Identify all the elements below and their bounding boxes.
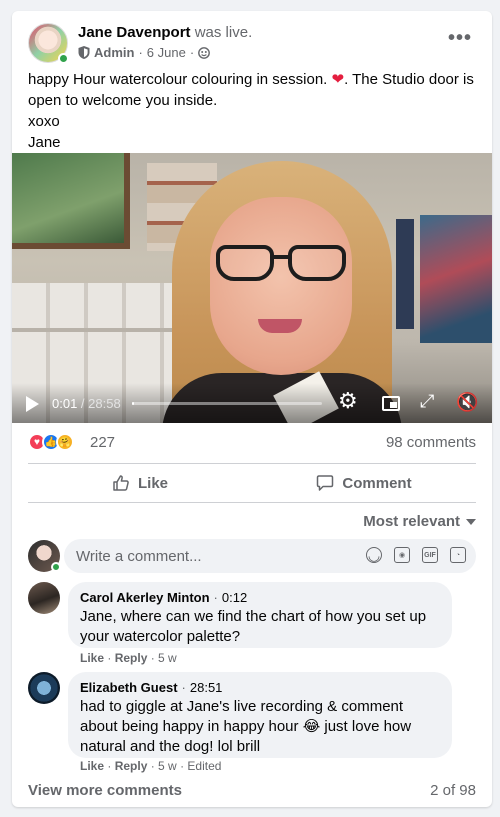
video-controls: 0:01 / 28:58 ⚙ ⤢ 🔇 bbox=[12, 383, 492, 423]
emoji-icon[interactable]: ◡ bbox=[366, 547, 382, 563]
comment-header: Elizabeth Guest · 28:51 bbox=[80, 680, 440, 695]
header-dot: · bbox=[181, 680, 186, 695]
like-label: Like bbox=[137, 474, 168, 492]
comment-like-link[interactable]: Like bbox=[80, 651, 104, 665]
settings-gear-icon[interactable]: ⚙ bbox=[338, 388, 358, 414]
more-options-icon[interactable]: ••• bbox=[448, 27, 472, 50]
comment-label: Comment bbox=[342, 474, 412, 492]
view-more-comments-link[interactable]: View more comments bbox=[28, 782, 182, 799]
post-actions: Like Comment bbox=[28, 464, 476, 502]
wall-art-painting bbox=[420, 215, 492, 343]
post-caption: happy Hour watercolour colouring in sess… bbox=[28, 69, 480, 153]
camera-icon[interactable]: ◉ bbox=[394, 547, 410, 563]
comment-bubble: Elizabeth Guest · 28:51 had to giggle at J… bbox=[68, 672, 452, 758]
comment-bubble-icon bbox=[317, 475, 334, 491]
post-meta: Admin · 6 June · bbox=[78, 45, 211, 60]
divider bbox=[28, 502, 476, 503]
total-duration: 28:58 bbox=[88, 396, 121, 411]
red-heart-emoji-icon: ❤ bbox=[331, 71, 345, 88]
sort-label: Most relevant bbox=[363, 513, 460, 530]
video-timestamp-link[interactable]: 0:12 bbox=[222, 590, 247, 605]
video-progress-bar[interactable] bbox=[132, 402, 322, 405]
group-audience-icon bbox=[198, 46, 211, 59]
laughing-emoji-icon: 😂 bbox=[302, 718, 321, 735]
video-time: 0:01 / 28:58 bbox=[52, 396, 121, 411]
time-separator: / bbox=[77, 396, 89, 411]
meta-dot: · bbox=[189, 45, 195, 60]
presenter-face bbox=[210, 197, 352, 375]
like-button[interactable]: Like bbox=[28, 464, 252, 502]
caption-signoff: xoxo bbox=[28, 113, 60, 130]
video-progress-fill bbox=[132, 402, 134, 405]
comment-text: Jane, where can we find the chart of how… bbox=[80, 608, 427, 645]
muted-speaker-icon[interactable]: 🔇 bbox=[456, 392, 478, 413]
caption-text: happy Hour watercolour colouring in sess… bbox=[28, 71, 328, 88]
caption-signature: Jane bbox=[28, 134, 61, 151]
post-card: Jane Davenport was live. Admin · 6 June … bbox=[12, 11, 492, 807]
comment-reply-link[interactable]: Reply bbox=[115, 651, 148, 665]
online-status-dot bbox=[58, 53, 69, 64]
comment-text: had to giggle at Jane's live recording &… bbox=[80, 697, 440, 757]
comment-actions: Like · Reply · 5 w · Edited bbox=[80, 759, 222, 773]
post-header: Jane Davenport was live. Admin · 6 June … bbox=[28, 23, 480, 67]
comment-age[interactable]: 5 w bbox=[158, 651, 177, 665]
comment-button[interactable]: Comment bbox=[252, 464, 476, 502]
presenter-glasses bbox=[216, 245, 346, 283]
play-icon[interactable] bbox=[26, 396, 39, 412]
header-dot: · bbox=[213, 590, 218, 605]
reaction-count[interactable]: 227 bbox=[90, 434, 115, 451]
picture-in-picture-icon[interactable] bbox=[382, 396, 400, 411]
meta-dot: · bbox=[138, 45, 143, 60]
admin-shield-icon bbox=[78, 46, 90, 59]
edited-label: Edited bbox=[187, 759, 222, 773]
studio-window bbox=[12, 153, 130, 249]
video-timestamp-link[interactable]: 28:51 bbox=[190, 680, 223, 695]
thumbs-up-icon bbox=[113, 475, 129, 491]
commenter-avatar[interactable] bbox=[28, 672, 60, 704]
admin-label: Admin bbox=[94, 45, 135, 60]
post-date[interactable]: 6 June bbox=[147, 45, 186, 60]
author-line: Jane Davenport was live. bbox=[78, 24, 252, 41]
commenter-name[interactable]: Elizabeth Guest bbox=[80, 680, 178, 695]
gif-icon[interactable]: GIF bbox=[422, 547, 438, 563]
comment-age[interactable]: 5 w bbox=[158, 759, 177, 773]
comment-actions: Like · Reply · 5 w bbox=[80, 651, 177, 665]
comment-like-link[interactable]: Like bbox=[80, 759, 104, 773]
glasses-lens-right bbox=[288, 245, 346, 281]
composer-tools: ◡ ◉ GIF ◔ bbox=[366, 547, 466, 563]
care-reaction-icon: 🤗 bbox=[56, 433, 74, 451]
comment-bubble: Carol Akerley Minton · 0:12 Jane, where ca… bbox=[68, 582, 452, 648]
commenter-name[interactable]: Carol Akerley Minton bbox=[80, 590, 210, 605]
fullscreen-icon[interactable]: ⤢ bbox=[420, 391, 434, 412]
comment-count[interactable]: 98 comments bbox=[386, 434, 476, 451]
current-time: 0:01 bbox=[52, 396, 78, 411]
author-name[interactable]: Jane Davenport bbox=[78, 24, 191, 41]
sticker-icon[interactable]: ◔ bbox=[450, 547, 466, 563]
comment-sort-dropdown[interactable]: Most relevant bbox=[363, 513, 476, 530]
reactions-summary[interactable]: ♥ 👍 🤗 227 98 comments bbox=[28, 432, 476, 454]
comment-reply-link[interactable]: Reply bbox=[115, 759, 148, 773]
live-status: was live. bbox=[194, 24, 253, 41]
online-status-dot bbox=[51, 562, 61, 572]
video-player[interactable]: 0:01 / 28:58 ⚙ ⤢ 🔇 bbox=[12, 153, 492, 423]
commenter-avatar[interactable] bbox=[28, 582, 60, 614]
comment-header: Carol Akerley Minton · 0:12 bbox=[80, 590, 440, 605]
comment-page-count: 2 of 98 bbox=[430, 782, 476, 799]
glasses-lens-left bbox=[216, 245, 274, 281]
caret-down-icon bbox=[466, 519, 476, 526]
